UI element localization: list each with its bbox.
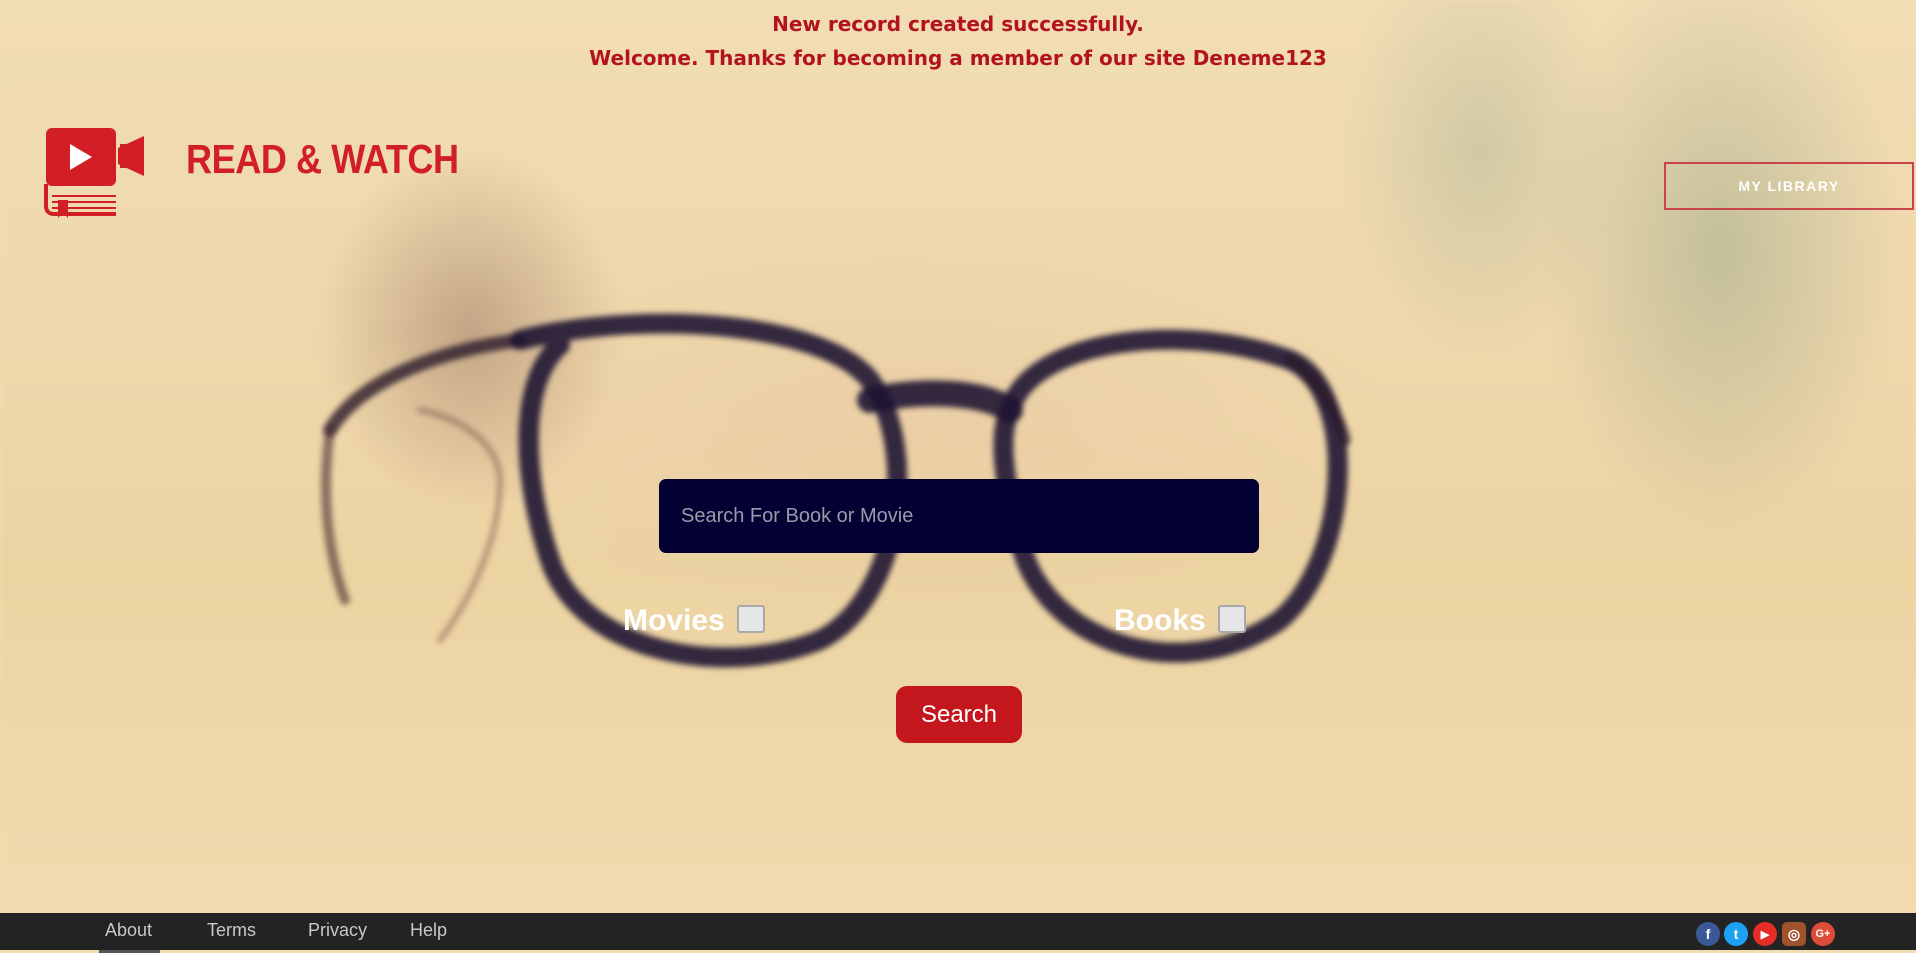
books-label: Books [1114,604,1206,637]
brand-name[interactable]: READ & WATCH [186,136,459,183]
search-input[interactable] [679,503,1239,529]
movies-label: Movies [623,604,725,637]
success-message: New record created successfully. [772,12,1144,36]
footer-link-help[interactable]: Help [410,920,447,941]
footer-link-terms[interactable]: Terms [207,920,256,941]
logo-icon[interactable] [44,126,154,218]
books-checkbox[interactable] [1218,605,1246,633]
footer: About Terms Privacy Help f t ▶ ◎ G+ [0,913,1916,953]
youtube-icon[interactable]: ▶ [1753,922,1777,946]
search-box [659,479,1259,553]
movies-checkbox[interactable] [737,605,765,633]
my-library-button[interactable]: MY LIBRARY [1664,162,1914,210]
welcome-message: Welcome. Thanks for becoming a member of… [589,46,1327,70]
instagram-icon[interactable]: ◎ [1782,922,1806,946]
search-button[interactable]: Search [896,686,1022,743]
footer-link-about[interactable]: About [98,920,161,953]
footer-link-privacy[interactable]: Privacy [308,920,367,941]
facebook-icon[interactable]: f [1696,922,1720,946]
twitter-icon[interactable]: t [1724,922,1748,946]
google-plus-icon[interactable]: G+ [1811,922,1835,946]
